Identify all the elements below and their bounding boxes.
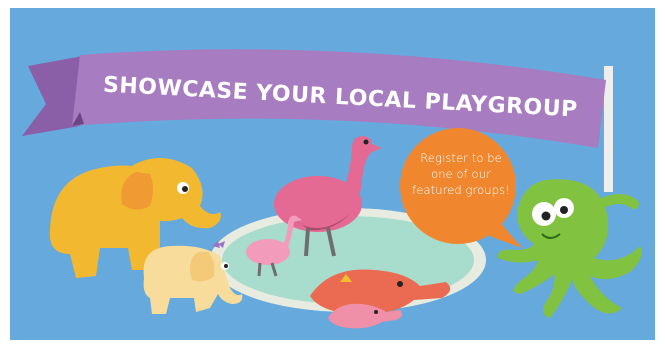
scene-illustration: SHOWCASE YOUR LOCAL PLAYGROUP [10,8,655,340]
bubble-line-1: Register to be [420,151,502,165]
playgroup-banner-image: SHOWCASE YOUR LOCAL PLAYGROUP Register t… [10,8,655,340]
bubble-text: Register to be one of our featured group… [402,150,520,198]
bubble-line-2: one of our [431,167,491,181]
bubble-line-3: featured groups! [412,183,510,197]
